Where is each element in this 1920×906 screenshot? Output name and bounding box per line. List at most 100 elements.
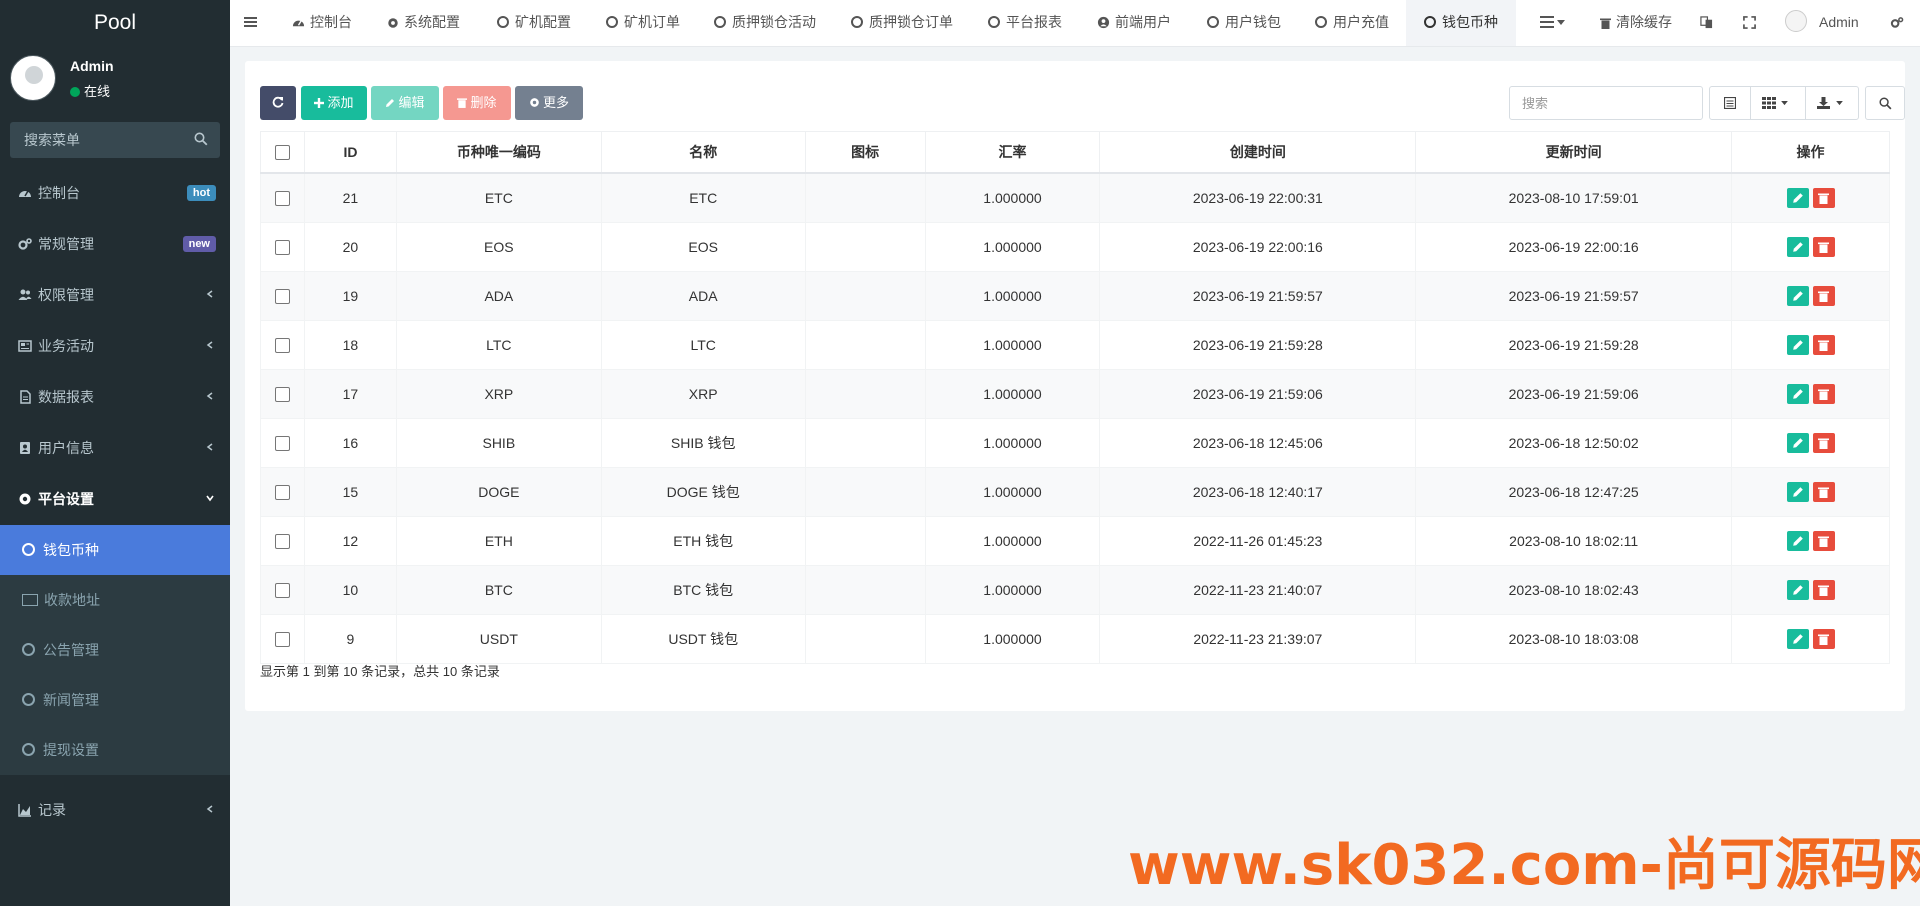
row-edit-button[interactable]	[1786, 188, 1809, 208]
row-checkbox[interactable]	[274, 289, 290, 305]
sidebar-item-wallet-currency[interactable]: 钱包币种	[0, 525, 230, 575]
tab-user-deposits[interactable]: 用户充值	[1315, 0, 1389, 46]
trash-icon	[1817, 389, 1829, 400]
row-delete-button[interactable]	[1812, 531, 1835, 551]
tab-platform-reports[interactable]: 平台报表	[988, 0, 1062, 46]
users-icon	[18, 289, 32, 300]
row-edit-button[interactable]	[1786, 286, 1809, 306]
sidebar-toggle-button[interactable]	[244, 0, 257, 46]
row-checkbox[interactable]	[274, 240, 290, 256]
row-checkbox[interactable]	[274, 191, 290, 207]
row-delete-button[interactable]	[1812, 384, 1835, 404]
cell-name: USDT 钱包	[600, 614, 806, 664]
more-button[interactable]: 更多	[515, 86, 583, 120]
row-delete-button[interactable]	[1812, 580, 1835, 600]
trash-icon	[1817, 242, 1829, 253]
row-checkbox[interactable]	[274, 534, 290, 550]
row-checkbox[interactable]	[274, 338, 290, 354]
sidebar-item-withdraw-settings[interactable]: 提现设置	[0, 725, 230, 775]
add-button[interactable]: 添加	[301, 86, 367, 120]
row-select-cell	[260, 614, 305, 664]
cell-id: 19	[303, 271, 397, 321]
column-header[interactable]: 更新时间	[1415, 131, 1733, 174]
row-checkbox[interactable]	[274, 436, 290, 452]
select-all-checkbox[interactable]	[274, 145, 290, 161]
cell-code: ETC	[395, 172, 602, 223]
sidebar-item-label: 公告管理	[43, 642, 99, 658]
sidebar-item-payment-address[interactable]: 收款地址	[0, 575, 230, 625]
row-delete-button[interactable]	[1812, 286, 1835, 306]
search-button[interactable]	[1865, 86, 1905, 120]
row-edit-button[interactable]	[1786, 335, 1809, 355]
tab-label: 前端用户	[1115, 14, 1171, 30]
admin-name: Admin	[1819, 14, 1859, 30]
tab-frontend-users[interactable]: 前端用户	[1097, 0, 1171, 46]
language-button[interactable]	[1700, 0, 1713, 46]
row-delete-button[interactable]	[1812, 188, 1835, 208]
row-checkbox[interactable]	[274, 583, 290, 599]
row-edit-button[interactable]	[1786, 433, 1809, 453]
row-edit-button[interactable]	[1786, 531, 1809, 551]
tab-staking-orders[interactable]: 质押锁仓订单	[851, 0, 953, 46]
fullscreen-button[interactable]	[1743, 0, 1756, 46]
row-checkbox[interactable]	[274, 632, 290, 648]
sidebar-item-news[interactable]: 新闻管理	[0, 675, 230, 725]
row-select-cell	[260, 516, 305, 566]
tab-user-wallets[interactable]: 用户钱包	[1207, 0, 1281, 46]
sidebar-item-platform-settings[interactable]: 平台设置	[0, 474, 230, 525]
tab-system-config[interactable]: 系统配置	[387, 0, 460, 46]
row-delete-button[interactable]	[1812, 335, 1835, 355]
row-delete-button[interactable]	[1812, 629, 1835, 649]
admin-user-menu[interactable]: Admin	[1785, 0, 1859, 46]
row-delete-button[interactable]	[1812, 237, 1835, 257]
row-delete-button[interactable]	[1812, 482, 1835, 502]
delete-button[interactable]: 删除	[443, 86, 511, 120]
refresh-button[interactable]	[260, 86, 296, 120]
export-button[interactable]	[1805, 87, 1858, 119]
tab-dashboard[interactable]: 控制台	[292, 0, 352, 46]
sidebar-item-dashboard[interactable]: 控制台 hot	[0, 168, 230, 219]
row-edit-button[interactable]	[1786, 384, 1809, 404]
sidebar-item-records[interactable]: 记录	[0, 785, 230, 836]
search-icon[interactable]	[194, 132, 208, 146]
column-header[interactable]: 汇率	[924, 131, 1101, 174]
row-edit-button[interactable]	[1786, 237, 1809, 257]
sidebar-item-user-info[interactable]: 用户信息	[0, 423, 230, 474]
column-header[interactable]: 币种唯一编码	[395, 131, 602, 174]
column-header[interactable]: 名称	[600, 131, 806, 174]
row-actions	[1731, 271, 1890, 321]
brand-logo[interactable]: Pool	[0, 0, 230, 45]
toggle-view-button[interactable]	[1710, 87, 1751, 119]
sidebar-item-permissions[interactable]: 权限管理	[0, 270, 230, 321]
row-checkbox[interactable]	[274, 387, 290, 403]
sidebar: Pool Admin 在线 控制台 hot 常规管理 new 权限管理 业务活动…	[0, 0, 230, 906]
row-checkbox[interactable]	[274, 485, 290, 501]
sidebar-item-reports[interactable]: 数据报表	[0, 372, 230, 423]
tabs-dropdown-button[interactable]	[1540, 0, 1565, 46]
tab-staking-activity[interactable]: 质押锁仓活动	[714, 0, 816, 46]
clear-cache-button[interactable]: 清除缓存	[1600, 0, 1672, 46]
row-delete-button[interactable]	[1812, 433, 1835, 453]
table-search-input[interactable]	[1509, 86, 1703, 120]
sidebar-search-input[interactable]	[10, 122, 220, 158]
content-panel: 添加 编辑 删除 更多 ID 币种唯一编码 名称 图标 汇率 创建时间 更新时间…	[245, 61, 1905, 711]
tab-miner-orders[interactable]: 矿机订单	[606, 0, 680, 46]
control-sidebar-button[interactable]	[1890, 0, 1904, 46]
pencil-icon	[1792, 536, 1803, 546]
row-edit-button[interactable]	[1786, 629, 1809, 649]
columns-button[interactable]	[1750, 87, 1806, 119]
tab-wallet-currency[interactable]: 钱包币种	[1406, 0, 1516, 46]
trash-icon	[1817, 193, 1829, 204]
column-header[interactable]: 图标	[804, 131, 926, 174]
row-edit-button[interactable]	[1786, 580, 1809, 600]
edit-button[interactable]: 编辑	[371, 86, 439, 120]
column-header[interactable]: ID	[303, 131, 397, 174]
column-header[interactable]: 创建时间	[1099, 131, 1417, 174]
tab-miner-config[interactable]: 矿机配置	[497, 0, 571, 46]
user-circle-icon	[1097, 16, 1110, 29]
id-card-icon	[22, 594, 38, 606]
sidebar-item-announcements[interactable]: 公告管理	[0, 625, 230, 675]
sidebar-item-general[interactable]: 常规管理 new	[0, 219, 230, 270]
sidebar-item-business[interactable]: 业务活动	[0, 321, 230, 372]
row-edit-button[interactable]	[1786, 482, 1809, 502]
